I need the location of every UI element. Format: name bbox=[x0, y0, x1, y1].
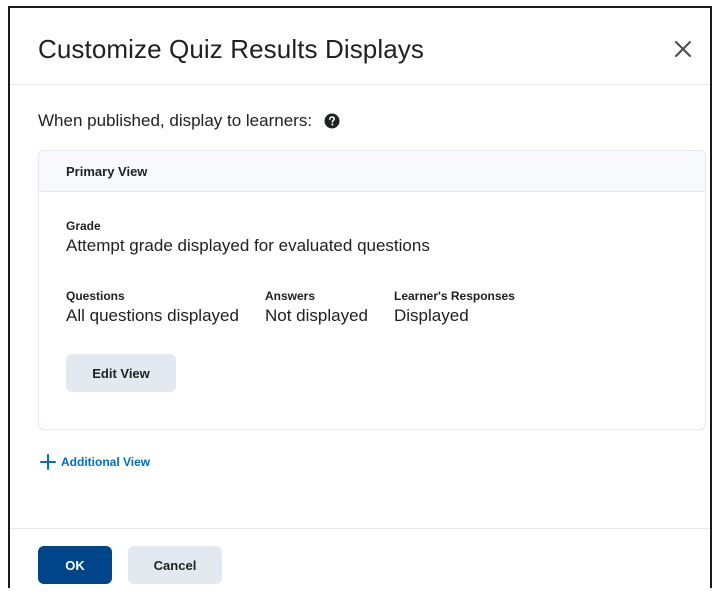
dialog-header: Customize Quiz Results Displays bbox=[10, 8, 710, 85]
grade-label: Grade bbox=[66, 219, 101, 233]
questions-value: All questions displayed bbox=[66, 306, 239, 325]
additional-view-label: Additional View bbox=[61, 455, 151, 469]
responses-label: Learner's Responses bbox=[394, 289, 515, 303]
close-icon[interactable] bbox=[670, 36, 696, 62]
answers-label: Answers bbox=[265, 289, 316, 303]
grade-field: Grade Attempt grade displayed for evalua… bbox=[66, 219, 430, 256]
responses-value: Displayed bbox=[394, 306, 469, 325]
primary-view-card: Primary View Grade Attempt grade display… bbox=[38, 150, 706, 430]
dialog: Customize Quiz Results Displays When pub… bbox=[8, 6, 712, 588]
questions-label: Questions bbox=[66, 289, 125, 303]
dialog-title: Customize Quiz Results Displays bbox=[38, 34, 424, 64]
cancel-button[interactable]: Cancel bbox=[128, 546, 222, 584]
plus-icon bbox=[40, 454, 56, 470]
ok-button[interactable]: OK bbox=[38, 546, 112, 584]
answers-field: Answers Not displayed bbox=[265, 289, 368, 326]
grade-value: Attempt grade displayed for evaluated qu… bbox=[66, 236, 430, 255]
intro-row: When published, display to learners: bbox=[38, 111, 340, 131]
answers-value: Not displayed bbox=[265, 306, 369, 325]
primary-view-heading: Primary View bbox=[39, 151, 705, 192]
responses-field: Learner's Responses Displayed bbox=[394, 289, 515, 326]
intro-text: When published, display to learners: bbox=[38, 111, 313, 130]
questions-field: Questions All questions displayed bbox=[66, 289, 239, 326]
edit-view-button[interactable]: Edit View bbox=[66, 354, 176, 392]
additional-view-button[interactable]: Additional View bbox=[40, 454, 150, 470]
help-icon[interactable] bbox=[324, 113, 340, 129]
dialog-footer: OK Cancel bbox=[10, 528, 710, 591]
